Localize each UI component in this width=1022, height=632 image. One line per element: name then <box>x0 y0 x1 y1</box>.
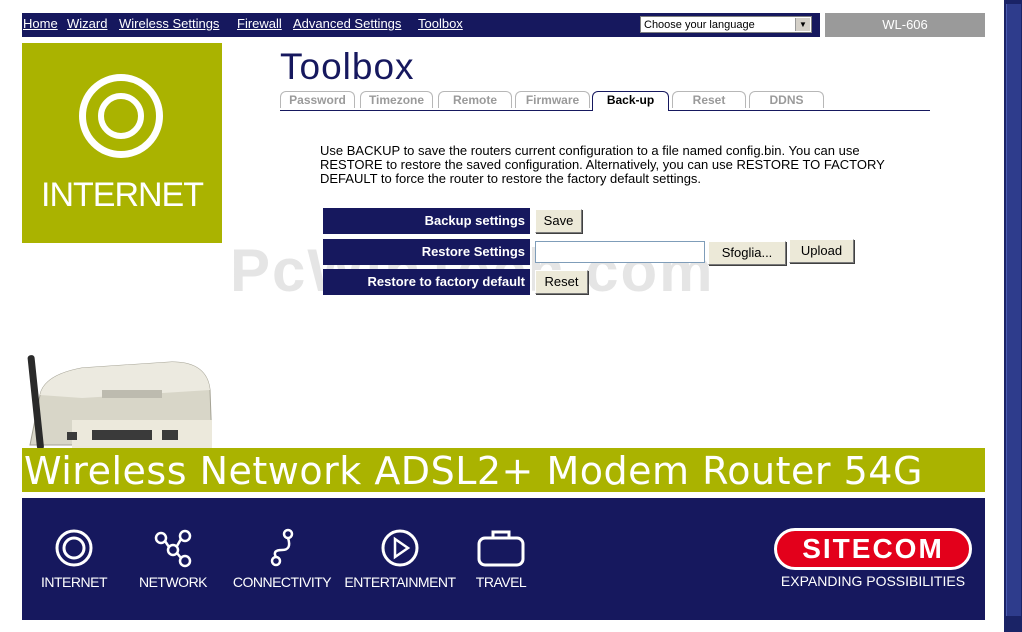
travel-icon <box>477 530 525 567</box>
footer-item-connectivity: CONNECTIVITY <box>222 528 342 590</box>
internet-icon <box>55 529 93 567</box>
backup-description: Use BACKUP to save the routers current c… <box>320 143 885 186</box>
sitecom-tagline: EXPANDING POSSIBILITIES <box>780 573 966 589</box>
chevron-down-icon[interactable]: ▼ <box>795 18 810 31</box>
tab-remote[interactable]: Remote <box>438 91 512 108</box>
nav-link-toolbox[interactable]: Toolbox <box>418 16 463 31</box>
model-badge: WL-606 <box>825 13 985 37</box>
page-title: Toolbox <box>280 46 415 87</box>
reset-button[interactable]: Reset <box>535 270 588 294</box>
logo-inner-ring-icon <box>98 93 144 139</box>
tab-timezone[interactable]: Timezone <box>360 91 433 108</box>
footer-label-network: NETWORK <box>138 574 208 590</box>
restore-file-input[interactable] <box>535 241 705 263</box>
footer-label-travel: TRAVEL <box>475 574 527 590</box>
backup-settings-label: Backup settings <box>323 208 530 234</box>
nav-link-wizard[interactable]: Wizard <box>67 16 107 31</box>
footer-item-network: NETWORK <box>113 528 233 590</box>
restore-settings-label: Restore Settings <box>323 239 530 265</box>
tab-password[interactable]: Password <box>280 91 355 108</box>
scrollbar-thumb[interactable] <box>1006 4 1021 616</box>
language-select-value: Choose your language <box>644 19 755 31</box>
top-nav-bar: Home Wizard Wireless Settings Firewall A… <box>22 13 820 37</box>
tab-ddns[interactable]: DDNS <box>749 91 824 108</box>
tab-firmware[interactable]: Firmware <box>515 91 590 108</box>
router-image <box>27 355 212 450</box>
tab-bar: Password Timezone Remote Firmware Back-u… <box>280 91 930 111</box>
product-name: Wireless Network ADSL2+ Modem Router 54G <box>24 449 923 493</box>
footer: INTERNET NETWORK CONNECTIVITY ENTERTAINM… <box>22 498 985 620</box>
internet-logo: INTERNET <box>22 43 222 243</box>
vertical-scrollbar[interactable] <box>1004 0 1022 632</box>
entertainment-icon <box>381 529 419 567</box>
upload-button[interactable]: Upload <box>789 239 854 263</box>
nav-link-home[interactable]: Home <box>23 16 58 31</box>
language-select[interactable]: Choose your language ▼ <box>640 16 812 33</box>
tab-reset[interactable]: Reset <box>672 91 746 108</box>
logo-label: INTERNET <box>41 176 204 214</box>
nav-link-firewall[interactable]: Firewall <box>237 16 282 31</box>
connectivity-icon <box>270 528 294 567</box>
network-icon <box>154 529 192 568</box>
footer-label-connectivity: CONNECTIVITY <box>232 574 332 590</box>
sitecom-logo: SITECOM <box>774 528 972 570</box>
save-button[interactable]: Save <box>535 209 582 233</box>
nav-link-advanced-settings[interactable]: Advanced Settings <box>293 16 401 31</box>
tab-backup[interactable]: Back-up <box>592 91 669 111</box>
browse-button[interactable]: Sfoglia... <box>708 241 786 265</box>
nav-link-wireless-settings[interactable]: Wireless Settings <box>119 16 219 31</box>
product-banner: Wireless Network ADSL2+ Modem Router 54G <box>22 448 985 493</box>
restore-factory-default-label: Restore to factory default <box>323 269 530 295</box>
footer-item-travel: TRAVEL <box>441 528 561 590</box>
